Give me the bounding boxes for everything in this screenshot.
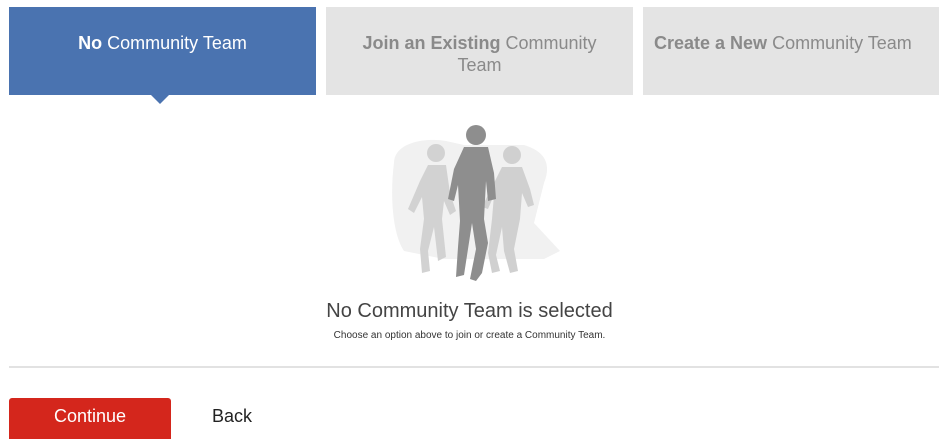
runners-silhouette-icon <box>392 125 560 281</box>
back-button[interactable]: Back <box>200 398 264 439</box>
tab-no-community-team-label: Community Team <box>102 33 247 53</box>
tab-create-new-label: Community Team <box>767 33 912 53</box>
active-tab-caret <box>151 95 169 104</box>
tab-no-community-team[interactable]: No Community Team <box>9 7 316 104</box>
tab-join-existing-label-line2: Team <box>457 55 502 75</box>
team-selection-page: No Community Team Join an Existing Commu… <box>0 0 939 439</box>
empty-state-title: No Community Team is selected <box>326 300 613 322</box>
tab-create-new-community-team[interactable]: Create a New Community Team <box>643 7 939 95</box>
tab-join-existing-bold: Join an Existing <box>362 33 501 53</box>
tab-join-existing-label: Community <box>500 33 597 53</box>
tab-join-existing-community-team[interactable]: Join an Existing Community Team <box>326 7 633 95</box>
empty-state-subtitle: Choose an option above to join or create… <box>333 330 606 341</box>
section-divider <box>9 366 939 368</box>
continue-button[interactable]: Continue <box>9 398 171 439</box>
tab-no-community-team-bold: No <box>78 33 103 53</box>
tab-create-new-bold: Create a New <box>654 33 768 53</box>
